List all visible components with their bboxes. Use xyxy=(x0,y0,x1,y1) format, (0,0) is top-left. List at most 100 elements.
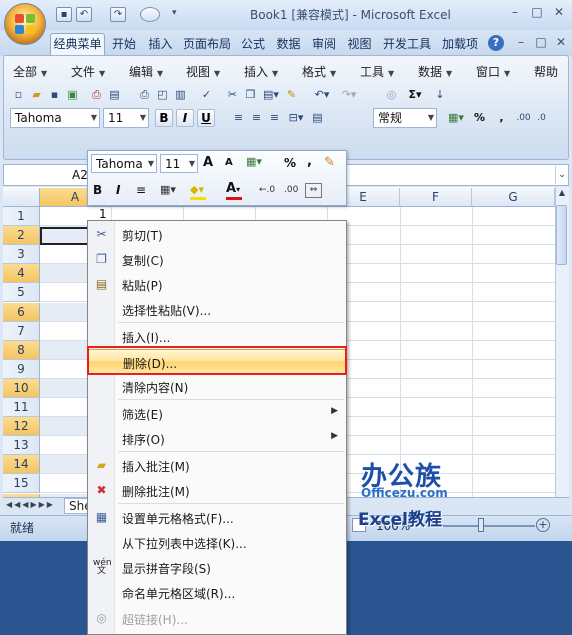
print-icon[interactable]: ▤ xyxy=(106,87,123,103)
ribbon-tab[interactable]: 开发工具 xyxy=(378,33,436,55)
redo-icon[interactable]: ↷ xyxy=(110,7,126,22)
mini-font-name-combo[interactable]: Tahoma ▼ xyxy=(91,154,157,173)
context-menu-item[interactable]: 排序(O) ▶ xyxy=(88,426,346,451)
classic-menu-item[interactable]: 数据 ▼ xyxy=(418,63,452,80)
row-header[interactable]: 13 xyxy=(3,436,40,456)
ribbon-tab[interactable]: 公式 xyxy=(236,33,270,55)
column-header[interactable]: G xyxy=(472,188,555,207)
save-icon[interactable]: ▪ xyxy=(56,7,72,22)
classic-menu-item[interactable]: 插入 ▼ xyxy=(244,63,278,80)
classic-menu-item[interactable]: 全部 ▼ xyxy=(13,63,47,80)
align-left-icon[interactable]: ≡ xyxy=(230,110,247,126)
context-menu-item[interactable]: 筛选(E) ▶ xyxy=(88,401,346,426)
font-size-combo[interactable]: 11 ▼ xyxy=(103,108,149,128)
zoom-slider-thumb[interactable] xyxy=(478,518,484,532)
mini-decrease-decimal-icon[interactable]: .00 xyxy=(284,185,298,195)
context-menu-item[interactable]: ❐ 复制(C) xyxy=(88,247,346,272)
font-name-combo[interactable]: Tahoma ▼ xyxy=(10,108,100,128)
row-header[interactable]: 3 xyxy=(3,245,40,265)
context-menu-item[interactable]: ▦ 设置单元格格式(F)... xyxy=(88,505,346,530)
decrease-decimal-icon[interactable]: .0 xyxy=(533,110,550,126)
ribbon-tab[interactable]: 页面布局 xyxy=(179,33,235,55)
mini-font-size-combo[interactable]: 11 ▼ xyxy=(160,154,198,173)
doc-restore-button[interactable]: □ xyxy=(532,34,550,50)
hyperlink-toolbar-icon[interactable]: ◎ xyxy=(383,87,400,103)
row-header[interactable]: 8 xyxy=(3,340,40,360)
row-header[interactable]: 1 xyxy=(3,207,40,226)
row-header[interactable]: 4 xyxy=(3,264,40,284)
mini-format-painter-icon[interactable]: ✎ xyxy=(324,155,335,170)
print-preview-icon[interactable]: ⎙ xyxy=(88,87,105,103)
context-menu-item[interactable]: ✖ 删除批注(M) xyxy=(88,478,346,503)
preview-icon[interactable]: ◰ xyxy=(154,87,171,103)
mini-increase-decimal-icon[interactable]: ←.0 xyxy=(259,185,275,195)
open-icon[interactable]: ▰ xyxy=(28,87,45,103)
row-header[interactable]: 6 xyxy=(3,302,40,322)
row-header[interactable]: 9 xyxy=(3,359,40,379)
circle-tool-icon[interactable] xyxy=(140,7,160,22)
row-header[interactable]: 12 xyxy=(3,417,40,437)
font-size-dropdown-icon[interactable]: ▼ xyxy=(140,109,146,127)
mini-percent-button[interactable]: % xyxy=(284,156,296,170)
zoom-in-icon[interactable]: + xyxy=(536,518,550,532)
row-header[interactable]: 5 xyxy=(3,283,40,303)
ribbon-tab[interactable]: 开始 xyxy=(106,33,142,55)
mini-font-color-icon[interactable]: A▾ xyxy=(226,181,250,196)
undo-toolbar-icon[interactable]: ↶▾ xyxy=(309,87,335,103)
minimize-button[interactable]: – xyxy=(506,4,524,20)
ribbon-tab[interactable]: 加载项 xyxy=(437,33,483,55)
context-menu-item[interactable]: ✂ 剪切(T) xyxy=(88,222,346,247)
context-menu-item[interactable]: ▤ 粘贴(P) xyxy=(88,272,346,297)
mini-fill-color-icon[interactable]: ◆▾ xyxy=(190,183,214,196)
sheet-nav-icons[interactable]: ◀◀◀▶▶▶ xyxy=(6,500,55,509)
help-icon[interactable]: ? xyxy=(488,35,504,51)
scroll-thumb[interactable] xyxy=(556,205,567,265)
permission-icon[interactable]: ▣ xyxy=(64,87,81,103)
font-name-dropdown-icon[interactable]: ▼ xyxy=(91,109,97,127)
classic-menu-item[interactable]: 窗口 ▼ xyxy=(476,63,510,80)
mini-currency-icon[interactable]: ▦▾ xyxy=(246,155,268,171)
mini-merge-icon[interactable]: ⇔ xyxy=(305,183,322,198)
classic-menu-item[interactable]: 工具 ▼ xyxy=(360,63,394,80)
redo-toolbar-icon[interactable]: ↷▾ xyxy=(336,87,362,103)
classic-menu-item[interactable]: 帮助 xyxy=(534,63,558,80)
row-header[interactable]: 11 xyxy=(3,398,40,417)
context-menu-item[interactable]: 命名单元格区域(R)... xyxy=(88,580,346,605)
spelling-icon[interactable]: ▥ xyxy=(172,87,189,103)
grow-font-button[interactable]: A xyxy=(203,155,213,170)
comma-button[interactable]: , xyxy=(493,110,510,126)
save-file-icon[interactable]: ▪ xyxy=(46,87,63,103)
row-header[interactable]: 7 xyxy=(3,321,40,341)
expand-formula-bar-icon[interactable]: ⌄ xyxy=(555,166,568,184)
format-painter-icon[interactable]: ✎ xyxy=(283,87,300,103)
restore-button[interactable]: □ xyxy=(528,4,546,20)
currency-icon[interactable]: ▦▾ xyxy=(442,110,470,126)
ribbon-tab[interactable]: 审阅 xyxy=(307,33,341,55)
row-header[interactable]: 10 xyxy=(3,378,40,398)
context-menu-item[interactable]: ▰ 插入批注(M) xyxy=(88,453,346,478)
percent-button[interactable]: % xyxy=(471,110,488,126)
number-format-dropdown-icon[interactable]: ▼ xyxy=(428,109,434,127)
context-menu-item[interactable]: wén文 显示拼音字段(S) xyxy=(88,555,346,580)
ribbon-tab[interactable]: 插入 xyxy=(143,33,178,55)
close-button[interactable]: ✕ xyxy=(550,4,568,20)
mini-center-icon[interactable]: ≡ xyxy=(136,183,146,197)
sort-asc-icon[interactable]: ↓ xyxy=(430,87,450,103)
align-center-icon[interactable]: ≡ xyxy=(248,110,265,126)
number-format-combo[interactable]: 常规 ▼ xyxy=(373,108,437,128)
doc-minimize-button[interactable]: – xyxy=(512,34,530,50)
autosum-icon[interactable]: Σ▾ xyxy=(401,87,429,103)
paste-icon[interactable]: ▤▾ xyxy=(260,87,282,103)
increase-decimal-icon[interactable]: .00 xyxy=(515,110,532,126)
context-menu-item[interactable]: 清除内容(N) xyxy=(88,374,346,399)
mini-size-dropdown-icon[interactable]: ▼ xyxy=(189,155,195,173)
mini-italic-button[interactable]: I xyxy=(116,183,120,197)
mini-borders-icon[interactable]: ▦▾ xyxy=(160,183,180,196)
new-icon[interactable]: ▫ xyxy=(10,87,27,103)
copy-icon[interactable]: ❐ xyxy=(242,87,259,103)
mini-bold-button[interactable]: B xyxy=(93,183,102,197)
select-all-corner[interactable] xyxy=(3,188,40,207)
underline-button[interactable]: U xyxy=(197,109,215,127)
wrap-text-icon[interactable]: ▤ xyxy=(309,110,326,126)
ribbon-tab[interactable]: 视图 xyxy=(342,33,377,55)
